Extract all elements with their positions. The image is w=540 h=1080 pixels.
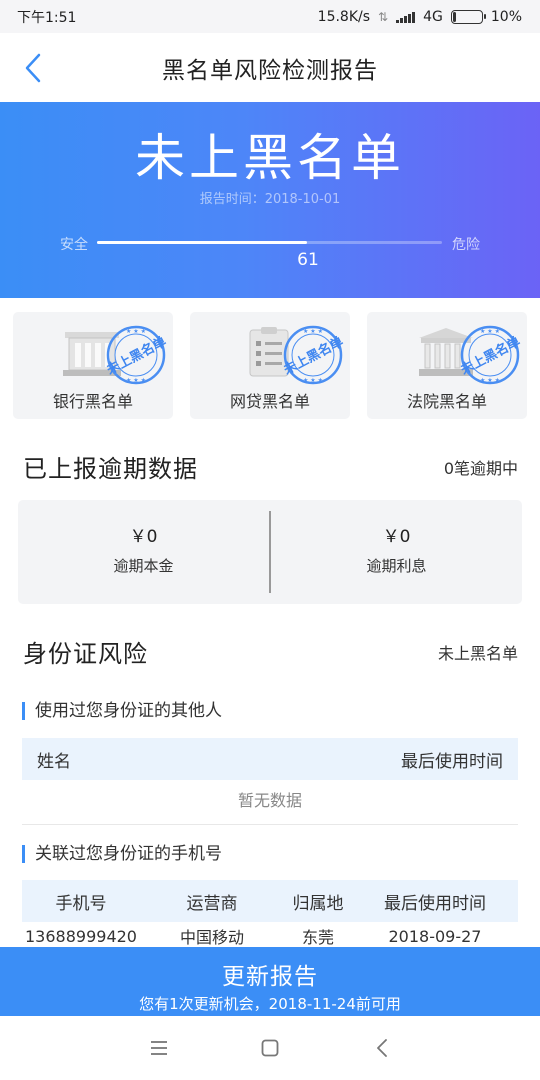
region: 东莞 [301,928,334,947]
id-phones-subtitle: 关联过您身份证的手机号 [22,845,222,863]
overdue-summary-box: ￥0 逾期本金 ￥0 逾期利息 [18,500,522,604]
risk-score-fill [97,241,308,244]
last-used: 2018-09-27 [388,926,482,946]
stamp-icon: ★ ★ ★ ★ ★ ★ 未上黑名单 [105,325,167,385]
carrier: 中国移动 [179,928,244,947]
svg-text:★ ★ ★: ★ ★ ★ [303,328,323,335]
signal-icon [396,11,416,23]
status-time: 下午1:51 [17,9,77,26]
svg-text:★ ★ ★: ★ ★ ★ [126,328,146,335]
col-last-used: 最后使用时间 [384,893,486,914]
id-risk-title: 身份证风险 [23,640,148,668]
nav-bar: 黑名单风险检测报告 [0,33,540,102]
update-report-button[interactable]: 更新报告 您有1次更新机会，2018-11-24前可用 [0,947,540,1016]
home-icon[interactable] [260,1038,280,1058]
risk-hero: 未上黑名单 报告时间：2018-10-01 安全 危险 61 [0,102,540,298]
col-last-used: 最后使用时间 [401,751,503,772]
phone-number: 13688999420 [25,926,137,946]
bank-blacklist-label: 银行黑名单 [52,392,133,411]
col-carrier: 运营商 [186,893,238,914]
overdue-interest: ￥0 逾期利息 [271,500,522,604]
stamp-icon: ★ ★ ★ ★ ★ ★ 未上黑名单 [282,325,344,385]
battery-icon [450,9,486,24]
status-bar: 下午1:51 15.8K/s ⇅ 4G 10% [0,0,540,33]
status-indicators: 15.8K/s ⇅ 4G 10% [318,9,522,25]
overdue-summary: 0笔逾期中 [443,458,518,478]
stamp-icon: ★ ★ ★ ★ ★ ★ 未上黑名单 [459,325,521,385]
svg-text:★ ★ ★: ★ ★ ★ [303,377,323,384]
id-others-subtitle: 使用过您身份证的其他人 [22,702,222,720]
risk-score-bar [97,241,442,244]
back-button[interactable] [20,50,50,86]
back-nav-icon[interactable] [373,1038,393,1058]
overdue-principal: ￥0 逾期本金 [18,500,269,604]
network-speed: 15.8K/s [317,8,371,25]
system-nav-bar [0,1016,540,1080]
col-phone: 手机号 [55,893,107,914]
id-risk-section-header: 身份证风险 未上黑名单 [23,634,518,669]
p2p-blacklist-card[interactable]: ★ ★ ★ ★ ★ ★ 未上黑名单 网贷黑名单 [190,312,350,419]
bank-blacklist-card[interactable]: ★ ★ ★ ★ ★ ★ 未上黑名单 银行黑名单 [13,312,173,419]
svg-text:★ ★ ★: ★ ★ ★ [480,377,500,384]
danger-label: 危险 [452,237,480,253]
id-phones-table-header: 手机号 运营商 归属地 最后使用时间 [22,880,518,922]
battery-percent: 10% [490,8,522,25]
update-report-note: 您有1次更新机会，2018-11-24前可用 [139,995,401,1013]
p2p-blacklist-label: 网贷黑名单 [229,392,310,411]
overdue-principal-amount: ￥0 [129,527,158,547]
page-title: 黑名单风险检测报告 [162,57,378,84]
report-time: 报告时间：2018-10-01 [0,188,540,207]
update-report-label: 更新报告 [222,964,318,990]
col-name: 姓名 [37,751,71,772]
data-transfer-icon: ⇅ [378,9,389,24]
overdue-interest-label: 逾期利息 [366,557,427,575]
report-time-label: 报告时间 [199,192,252,207]
overdue-principal-label: 逾期本金 [113,557,174,575]
court-blacklist-label: 法院黑名单 [406,392,487,411]
svg-text:★ ★ ★: ★ ★ ★ [126,377,146,384]
svg-text:★ ★ ★: ★ ★ ★ [480,328,500,335]
id-risk-status: 未上黑名单 [437,643,518,663]
chevron-left-icon [25,53,41,83]
overdue-section-header: 已上报逾期数据 0笔逾期中 [23,449,518,484]
col-region: 归属地 [292,893,344,914]
overdue-title: 已上报逾期数据 [23,455,198,483]
blacklist-status: 未上黑名单 [135,129,405,187]
report-time-value: ：2018-10-01 [251,192,341,207]
empty-state: 暂无数据 [22,781,518,825]
table-row: 13688999420 中国移动 东莞 2018-09-27 [22,922,518,950]
safe-label: 安全 [60,237,88,253]
menu-icon[interactable] [149,1038,169,1058]
blacklist-cards: ★ ★ ★ ★ ★ ★ 未上黑名单 银行黑名单 ★ ★ ★ ★ ★ ★ 未上黑名… [13,312,527,419]
risk-score: 61 [297,250,319,270]
id-others-table-header: 姓名 最后使用时间 [22,738,518,780]
overdue-interest-amount: ￥0 [382,527,411,547]
court-blacklist-card[interactable]: ★ ★ ★ ★ ★ ★ 未上黑名单 法院黑名单 [367,312,527,419]
network-type: 4G [423,8,443,25]
